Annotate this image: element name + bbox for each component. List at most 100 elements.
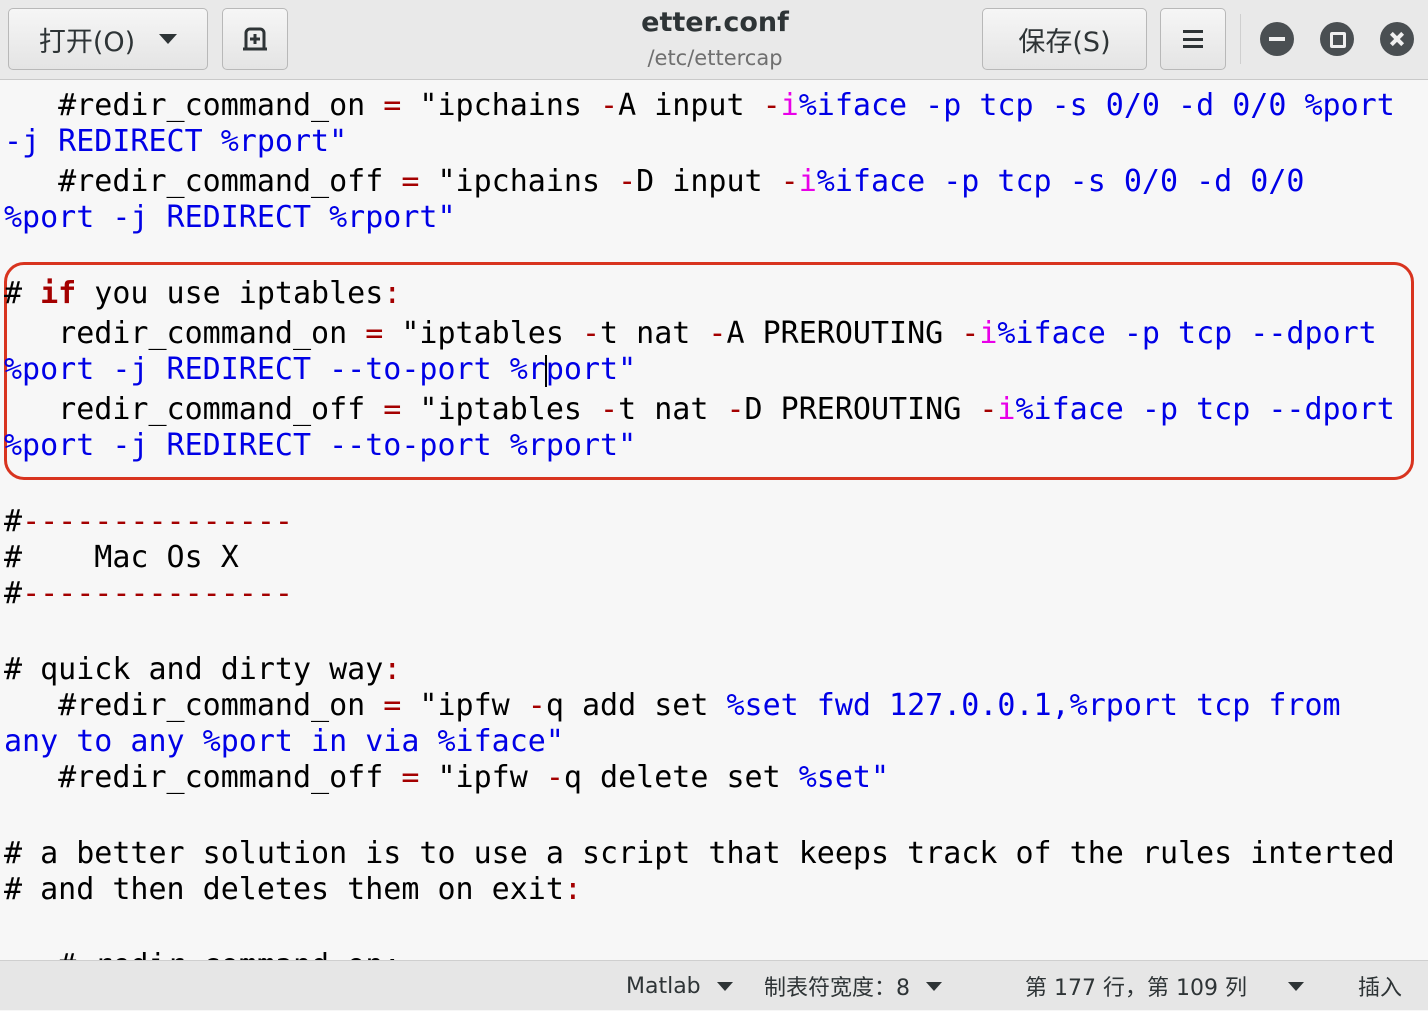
- code-line[interactable]: # if you use iptables:: [4, 274, 401, 314]
- code-token: # Mac Os X: [4, 540, 239, 575]
- tab-width-selector[interactable]: 制表符宽度：8: [764, 961, 942, 1011]
- code-token: %iface -p tcp --dport: [1015, 392, 1395, 427]
- code-token: %iface -p tcp -s 0/0 -d 0/0 %port: [798, 88, 1395, 123]
- tab-width-label: 制表符宽度：8: [764, 976, 910, 1001]
- code-token: "ipfw: [419, 760, 546, 795]
- position-dropdown[interactable]: [1288, 961, 1304, 1011]
- code-token: -: [600, 88, 619, 123]
- code-token: #: [4, 576, 23, 611]
- code-token: -: [618, 164, 637, 199]
- language-selector[interactable]: Matlab: [626, 961, 733, 1011]
- insert-mode-label: 插入: [1358, 976, 1403, 1001]
- code-token: port": [545, 352, 637, 387]
- new-document-button[interactable]: [222, 8, 288, 70]
- code-token: i: [979, 316, 998, 351]
- code-token: "ipchains: [401, 88, 601, 123]
- code-token: -: [961, 316, 980, 351]
- code-line[interactable]: #redir_command_off = "ipfw -q delete set…: [4, 758, 889, 798]
- chevron-down-icon: [159, 34, 178, 44]
- code-line[interactable]: # quick and dirty way:: [4, 650, 401, 690]
- code-token: #redir_command_on: [4, 688, 384, 723]
- text-editor[interactable]: #redir_command_on = "ipchains -A input -…: [0, 82, 1428, 960]
- code-line[interactable]: #redir_command_on = "ipfw -q add set %se…: [4, 686, 1341, 726]
- code-line[interactable]: #redir_command_on = "ipchains -A input -…: [4, 86, 1395, 126]
- code-token: -: [979, 392, 998, 427]
- code-token: %iface -p tcp -s 0/0 -d 0/0: [816, 164, 1305, 199]
- code-token: %set": [798, 760, 890, 795]
- code-token: # and then deletes them on exit: [4, 872, 564, 907]
- code-token: t nat: [600, 316, 709, 351]
- code-line[interactable]: redir_command_on = "iptables -t nat -A P…: [4, 314, 1377, 354]
- minimize-icon[interactable]: [1260, 22, 1294, 56]
- code-token: -: [726, 392, 745, 427]
- status-bar: Matlab 制表符宽度：8 第 177 行，第 109 列 插入: [0, 960, 1428, 1010]
- code-token: %port -j REDIRECT --to-port %r: [4, 352, 546, 387]
- header-bar: 打开(O) etter.conf /etc/ettercap 保存(S): [0, 0, 1428, 80]
- code-token: any to any %port in via %iface": [4, 724, 564, 759]
- code-token: #redir_command_off: [4, 164, 402, 199]
- code-line[interactable]: #---------------: [4, 574, 293, 614]
- code-token: redir_command_off: [4, 392, 384, 427]
- code-token: "iptables: [401, 392, 601, 427]
- code-token: -: [581, 316, 601, 351]
- code-line[interactable]: # redir_command_on:: [4, 946, 401, 960]
- code-token: i: [997, 392, 1016, 427]
- code-token: ---------------: [22, 504, 293, 539]
- code-token: :: [563, 872, 582, 907]
- code-token: D input: [636, 164, 781, 199]
- code-token: #redir_command_on: [4, 88, 384, 123]
- code-token: q add set: [545, 688, 727, 723]
- code-line[interactable]: # Mac Os X: [4, 538, 239, 578]
- code-token: %set fwd 127.0.0.1,%rport tcp from: [726, 688, 1341, 723]
- code-token: -: [762, 88, 781, 123]
- code-line[interactable]: # a better solution is to use a script t…: [4, 834, 1395, 874]
- open-button-label: 打开(O): [38, 26, 136, 58]
- code-token: q delete set: [563, 760, 799, 795]
- insert-mode-indicator[interactable]: 插入: [1358, 961, 1402, 1011]
- code-token: if: [40, 276, 77, 311]
- code-token: =: [383, 688, 402, 723]
- code-token: -: [545, 760, 564, 795]
- code-token: -j REDIRECT %rport": [4, 124, 348, 159]
- code-line[interactable]: #redir_command_off = "ipchains -D input …: [4, 162, 1304, 202]
- window-title: etter.conf /etc/ettercap: [560, 4, 870, 74]
- code-token: =: [401, 164, 420, 199]
- new-document-icon: [243, 27, 267, 51]
- chevron-down-icon: [926, 981, 942, 991]
- code-line[interactable]: %port -j REDIRECT %rport": [4, 198, 456, 238]
- open-button[interactable]: 打开(O): [8, 8, 208, 70]
- code-token: -: [600, 392, 619, 427]
- code-token: i: [780, 88, 799, 123]
- cursor-position-label: 第 177 行，第 109 列: [1025, 976, 1247, 1001]
- close-icon[interactable]: [1380, 22, 1414, 56]
- maximize-icon[interactable]: [1320, 22, 1354, 56]
- code-token: #redir_command_off: [4, 760, 402, 795]
- code-token: =: [383, 392, 402, 427]
- code-token: "ipchains: [419, 164, 619, 199]
- cursor-position: 第 177 行，第 109 列: [1025, 961, 1247, 1011]
- code-token: you use iptables: [76, 276, 384, 311]
- code-token: -: [708, 316, 727, 351]
- chevron-down-icon: [1288, 981, 1304, 991]
- code-line[interactable]: any to any %port in via %iface": [4, 722, 564, 762]
- code-token: A PREROUTING: [726, 316, 962, 351]
- file-path: /etc/ettercap: [647, 46, 783, 70]
- code-line[interactable]: %port -j REDIRECT --to-port %rport": [4, 426, 636, 466]
- chevron-down-icon: [716, 981, 733, 991]
- code-token: =: [365, 316, 384, 351]
- code-token: # a better solution is to use a script t…: [4, 836, 1395, 871]
- code-token: "ipfw: [401, 688, 528, 723]
- code-line[interactable]: -j REDIRECT %rport": [4, 122, 347, 162]
- save-button[interactable]: 保存(S): [982, 8, 1147, 70]
- code-line[interactable]: # and then deletes them on exit:: [4, 870, 582, 910]
- code-token: #: [4, 276, 41, 311]
- language-label: Matlab: [626, 973, 701, 999]
- code-token: %port -j REDIRECT %rport": [4, 200, 456, 235]
- code-token: t nat: [618, 392, 727, 427]
- code-token: ---------------: [22, 576, 293, 611]
- menu-button[interactable]: [1160, 8, 1226, 70]
- code-line[interactable]: #---------------: [4, 502, 293, 542]
- code-line[interactable]: %port -j REDIRECT --to-port %rport": [4, 350, 636, 390]
- code-token: =: [383, 88, 402, 123]
- code-line[interactable]: redir_command_off = "iptables -t nat -D …: [4, 390, 1395, 430]
